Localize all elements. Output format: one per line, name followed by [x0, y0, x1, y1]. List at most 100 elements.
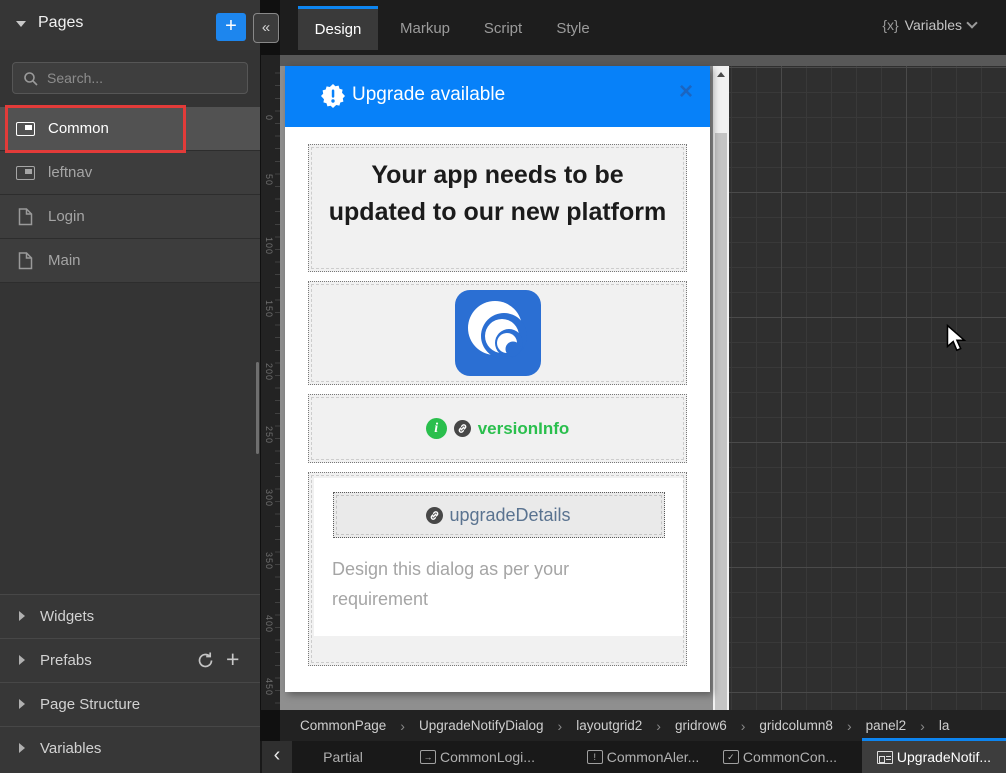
pages-search-box[interactable] — [12, 62, 248, 94]
panel-content: upgradeDetails Design this dialog as per… — [314, 478, 683, 636]
version-info-widget[interactable]: i versionInfo — [308, 394, 687, 463]
version-info-label: versionInfo — [478, 419, 570, 439]
sidebar-item-main[interactable]: Main — [0, 239, 260, 283]
tabs-back-button[interactable]: ‹ — [262, 741, 292, 773]
search-icon — [23, 71, 39, 87]
pages-panel-header[interactable]: Pages + — [0, 0, 260, 50]
tab-label: Script — [484, 20, 522, 37]
breadcrumb-item[interactable]: la — [939, 718, 950, 733]
breadcrumb-item[interactable]: gridcolumn8 — [759, 718, 833, 733]
chevron-right-icon — [19, 655, 25, 665]
caret-down-icon — [16, 21, 26, 27]
breadcrumb-separator: › — [558, 718, 563, 734]
breadcrumb-separator: › — [847, 718, 852, 734]
ruler-number: 250 — [264, 426, 274, 444]
sidebar-section-prefabs[interactable]: Prefabs + — [0, 638, 260, 682]
upgrade-details-button[interactable]: upgradeDetails — [333, 492, 665, 538]
sidebar-section-page-structure[interactable]: Page Structure — [0, 682, 260, 726]
canvas-grid[interactable] — [729, 66, 1006, 710]
bottom-tab-commonalertdialog[interactable]: ! CommonAler... — [582, 741, 704, 773]
ruler-number: 100 — [264, 237, 274, 255]
breadcrumb-item[interactable]: CommonPage — [300, 718, 386, 733]
bottom-tab-label: Partial — [323, 749, 363, 765]
tab-style[interactable]: Style — [544, 6, 602, 50]
bottom-tab-commonconfirmdialog[interactable]: ✓ CommonCon... — [715, 741, 845, 773]
add-prefab-button[interactable]: + — [226, 646, 239, 673]
panel-widget[interactable]: upgradeDetails Design this dialog as per… — [308, 472, 687, 666]
editor-topbar: Design Markup Script Style {x} Variables — [280, 0, 1006, 55]
tab-design[interactable]: Design — [298, 6, 378, 50]
picture-widget[interactable] — [308, 281, 687, 385]
close-icon[interactable]: × — [679, 78, 693, 106]
pages-sidebar: Pages + Common leftnav Login — [0, 0, 260, 773]
bottom-tab-commonlogindialog[interactable]: → CommonLogi... — [415, 741, 540, 773]
page-label: Main — [48, 252, 81, 269]
active-tab-indicator — [862, 738, 1006, 741]
bind-link-icon — [426, 507, 443, 524]
tab-label: Design — [315, 21, 362, 38]
section-label: Variables — [40, 740, 101, 757]
scroll-up-arrow-icon[interactable] — [713, 66, 729, 83]
page-file-icon — [18, 252, 33, 270]
tab-markup[interactable]: Markup — [388, 6, 462, 50]
page-label: leftnav — [48, 164, 92, 181]
chevron-right-icon — [19, 743, 25, 753]
breadcrumb-item[interactable]: layoutgrid2 — [576, 718, 642, 733]
variables-x-icon: {x} — [882, 17, 898, 33]
upgrade-badge-icon — [321, 84, 345, 108]
refresh-icon[interactable] — [196, 651, 215, 670]
bottom-tab-upgradenotifydialog[interactable]: UpgradeNotif... — [862, 741, 1006, 773]
sidebar-section-variables[interactable]: Variables — [0, 726, 260, 773]
canvas-top-strip — [280, 55, 1006, 66]
breadcrumb-item[interactable]: gridrow6 — [675, 718, 727, 733]
selection-highlight-box — [5, 105, 186, 153]
studio-window: Pages + Common leftnav Login — [0, 0, 1006, 773]
tab-label: Markup — [400, 20, 450, 37]
ruler-number: 50 — [264, 174, 274, 186]
canvas-scrollbar[interactable] — [713, 66, 729, 710]
scrollbar-thumb[interactable] — [715, 133, 727, 710]
bottom-tab-label: CommonLogi... — [440, 749, 535, 765]
widget-breadcrumb: CommonPage › UpgradeNotifyDialog › layou… — [280, 710, 1006, 741]
breadcrumb-item[interactable]: panel2 — [866, 718, 907, 733]
design-canvas: Upgrade available × Your app needs to be… — [280, 55, 1006, 710]
search-input[interactable] — [45, 64, 241, 92]
wavemaker-logo-icon — [455, 290, 541, 376]
tab-script[interactable]: Script — [472, 6, 534, 50]
breadcrumb-separator: › — [920, 718, 925, 734]
bottom-tab-label: CommonCon... — [743, 749, 837, 765]
vertical-ruler: 0 50 100 150 200 250 300 350 400 450 500 — [261, 55, 280, 710]
add-page-button[interactable]: + — [216, 13, 246, 41]
confirm-dialog-icon: ✓ — [723, 750, 739, 764]
section-label: Prefabs — [40, 652, 92, 669]
info-icon: i — [426, 418, 447, 439]
breadcrumb-separator: › — [656, 718, 661, 734]
bind-link-icon — [454, 420, 471, 437]
page-label: Login — [48, 208, 85, 225]
variables-dropdown[interactable]: {x} Variables — [882, 17, 976, 33]
ruler-number: 400 — [264, 615, 274, 633]
breadcrumb-item[interactable]: UpgradeNotifyDialog — [419, 718, 544, 733]
sidebar-item-login[interactable]: Login — [0, 195, 260, 239]
ruler-number: 450 — [264, 678, 274, 696]
ruler-number: 350 — [264, 552, 274, 570]
heading-widget[interactable]: Your app needs to be updated to our new … — [308, 144, 687, 272]
chevron-down-icon — [966, 17, 977, 28]
bottom-tab-label: UpgradeNotif... — [897, 749, 991, 765]
ruler-number: 300 — [264, 489, 274, 507]
ruler-number: 150 — [264, 300, 274, 318]
dialog-header[interactable]: Upgrade available × — [285, 66, 710, 127]
pages-panel-title: Pages — [38, 14, 83, 32]
partial-icon — [16, 166, 35, 180]
dialog-window-icon — [877, 751, 893, 764]
breadcrumb-separator: › — [400, 718, 405, 734]
collapse-sidebar-button[interactable]: « — [253, 13, 279, 43]
sidebar-item-leftnav[interactable]: leftnav — [0, 151, 260, 195]
chevron-right-icon — [19, 699, 25, 709]
ruler-number: 0 — [264, 115, 274, 121]
sidebar-section-widgets[interactable]: Widgets — [0, 594, 260, 638]
sidebar-scrollbar[interactable] — [256, 362, 259, 454]
alert-dialog-icon: ! — [587, 750, 603, 764]
bottom-tab-label: CommonAler... — [607, 749, 700, 765]
upgrade-notify-dialog: Upgrade available × Your app needs to be… — [285, 66, 710, 692]
